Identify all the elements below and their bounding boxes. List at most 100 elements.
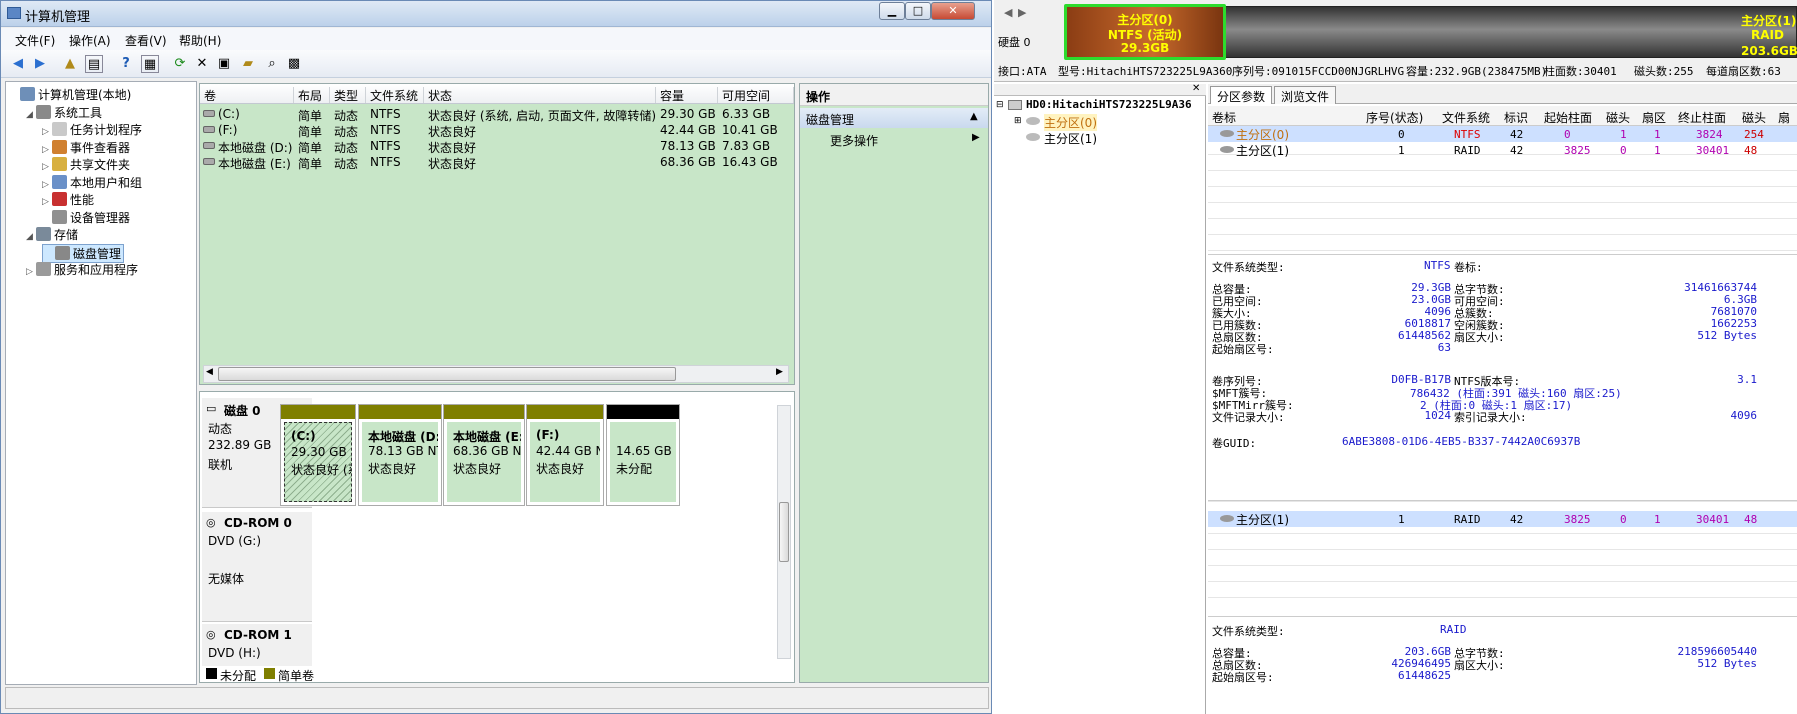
cdrom-1-label[interactable]: ◎ CD-ROM 1 DVD (H:) [202,624,312,670]
close-button[interactable]: ✕ [931,2,975,20]
column-header-free[interactable]: 可用空间 [718,87,794,103]
scroll-thumb[interactable] [779,502,789,562]
tree-node[interactable]: 设备管理器 [42,209,130,226]
actions-section[interactable]: 磁盘管理 ▲ [800,108,988,128]
refresh-icon[interactable]: ⟳ [171,55,189,73]
column-header-layout[interactable]: 布局 [294,87,330,103]
expander-icon[interactable]: ▷ [42,145,52,155]
more-actions-item[interactable]: 更多操作 ▶ [830,132,980,150]
partition-block[interactable]: 本地磁盘 (E:)68.36 GB NTF 状态良好 [443,404,525,506]
expander-icon[interactable]: ▷ [42,127,52,137]
scroll-thumb[interactable] [218,367,676,381]
column-header-filesystem[interactable]: 文件系统 [366,87,424,103]
cell: 状态良好 [428,157,477,171]
cdrom-0-label[interactable]: ◎ CD-ROM 0 DVD (G:) 无媒体 [202,512,312,622]
column-header-status[interactable]: 状态 [424,87,656,103]
show-tree-icon[interactable]: ▤ [85,55,103,73]
cell: 本地磁盘 (E:) [218,157,291,171]
selected-partition-table: 主分区(1) 1 RAID 42 3825 0 1 30401 48 [1208,500,1797,612]
tree-node[interactable]: ▷ 服务和应用程序 [26,261,138,278]
partition-block[interactable]: (F:) 42.44 GB NTI 状态良好 [526,404,604,506]
expander-icon[interactable]: ▷ [42,197,52,207]
delete-icon[interactable]: ✕ [193,55,211,73]
tree-node[interactable]: ▷ 共享文件夹 [42,156,130,173]
expander-icon[interactable]: ◢ [26,110,36,120]
menu-action[interactable]: 操作(A) [69,32,111,49]
col-head[interactable]: 磁头 [1606,109,1630,126]
table-row[interactable]: (F:) 简单 动态 NTFS 状态良好 42.44 GB 10.41 GB [200,122,794,139]
properties-icon[interactable]: ▣ [215,55,233,73]
col-fs[interactable]: 文件系统 [1442,109,1490,126]
col-end-head[interactable]: 磁头 [1742,109,1766,126]
tree-node[interactable]: 磁盘管理 [42,243,125,263]
table-row[interactable]: 本地磁盘 (E:) 简单 动态 NTFS 状态良好 68.36 GB 16.43 GB [200,154,794,171]
settings-icon[interactable]: ▩ [285,55,303,73]
search-icon[interactable]: ⌕ [263,55,281,73]
tree-node-label: 存储 [54,228,79,242]
table-row[interactable]: 主分区(0) 0 NTFS 42 0 1 1 3824 254 [1208,126,1797,142]
col-label[interactable]: 卷标 [1212,109,1236,126]
table-row[interactable]: 主分区(1) 1 RAID 42 3825 0 1 30401 48 [1208,511,1797,527]
menu-file[interactable]: 文件(F) [15,32,55,49]
volume-list-scrollbar[interactable]: ◀ ▶ [203,365,789,383]
partition-1-block[interactable]: 主分区(1) RAID 203.6GB [1226,6,1797,58]
col-start-cyl[interactable]: 起始柱面 [1544,109,1592,126]
tree-partition-1[interactable]: 主分区(1) [1044,130,1097,147]
tree-node[interactable]: ▷ 性能 [42,191,94,208]
col-sector[interactable]: 扇区 [1642,109,1666,126]
tree-node[interactable]: ◢ 系统工具 [26,104,102,121]
column-header-capacity[interactable]: 容量 [656,87,718,103]
up-folder-icon[interactable]: ▲ [61,55,79,73]
help-icon[interactable]: ? [117,55,135,73]
cell: 68.36 GB [660,155,716,169]
field-value: 61448625 [1398,669,1451,682]
close-pane-icon[interactable]: ✕ [1192,83,1200,94]
expander-icon[interactable]: ▷ [42,162,52,172]
col-id[interactable]: 标识 [1504,109,1528,126]
table-row[interactable]: 本地磁盘 (D:) 简单 动态 NTFS 状态良好 78.13 GB 7.83 GB [200,138,794,155]
tree-node[interactable]: 计算机管理(本地) [10,86,131,103]
maximize-button[interactable]: □ [905,2,931,20]
menu-help[interactable]: 帮助(H) [179,32,221,49]
tab-browse-files[interactable]: 浏览文件 [1274,86,1337,104]
tree-root-disk[interactable]: HD0:HitachiHTS723225L9A36 [1026,98,1192,111]
menu-view[interactable]: 查看(V) [125,32,167,49]
scroll-left-icon[interactable]: ◀ [206,367,213,377]
col-index[interactable]: 序号(状态) [1366,109,1423,126]
partition-block[interactable]: (C:) 29.30 GB NT 状态良好 (系统 [280,404,356,506]
next-disk-icon[interactable]: ▶ [1018,6,1026,19]
prev-disk-icon[interactable]: ◀ [1004,6,1012,19]
expander-icon[interactable]: ▷ [26,267,36,277]
open-folder-icon[interactable]: ▰ [239,55,257,73]
col-end-cyl[interactable]: 终止柱面 [1678,109,1726,126]
partition-icon [1026,117,1040,125]
tree-node[interactable]: ▷ 任务计划程序 [42,121,142,138]
tree-node[interactable]: ◢ 存储 [26,226,78,243]
disk-view-scrollbar[interactable] [777,405,791,659]
info-serial: 序列号:091015FCCD00NJGRLHVG [1232,65,1405,78]
tree-partition-0[interactable]: 主分区(0) [1044,114,1097,131]
tab-partition-params[interactable]: 分区参数 [1210,86,1273,104]
column-header-volume[interactable]: 卷 [200,87,294,103]
collapse-icon[interactable]: ⊟ [996,100,1004,110]
table-row[interactable]: 主分区(1) 1 RAID 42 3825 0 1 30401 48 [1208,142,1797,158]
forward-icon[interactable]: ▶ [31,55,49,73]
cell: 6.33 GB [722,107,771,121]
minimize-button[interactable]: ▁ [879,2,905,20]
partition-block[interactable]: 本地磁盘 (D:)78.13 GB NTF 状态良好 [358,404,442,506]
volume-list: 卷 布局 类型 文件系统 状态 容量 可用空间 (C:) 简单 动态 NTFS 状态良好… [199,83,795,385]
col-end-sector[interactable]: 扇 [1778,109,1790,126]
tree-node[interactable]: ▷ 本地用户和组 [42,174,142,191]
scroll-right-icon[interactable]: ▶ [776,367,783,377]
expander-icon[interactable]: ◢ [26,232,36,242]
column-header-type[interactable]: 类型 [330,87,366,103]
partition-0-block[interactable]: 主分区(0) NTFS (活动) 29.3GB [1064,4,1226,60]
collapse-icon[interactable]: ▲ [970,111,978,122]
expander-icon[interactable]: ▷ [42,180,52,190]
table-row[interactable]: (C:) 简单 动态 NTFS 状态良好 (系统, 启动, 页面文件, 故障转储) 29.… [200,106,794,123]
expand-icon[interactable]: ⊞ [1014,116,1022,126]
partition-block[interactable]: 14.65 GB 未分配 [606,404,680,506]
console-icon[interactable]: ▦ [141,55,159,73]
tree-node[interactable]: ▷ 事件查看器 [42,139,130,156]
back-icon[interactable]: ◀ [9,55,27,73]
